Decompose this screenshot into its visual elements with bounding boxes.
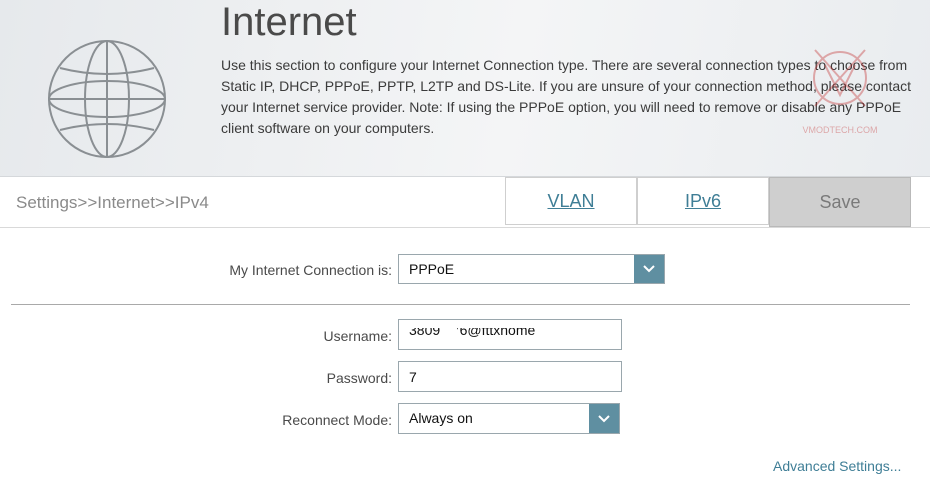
page-title: Internet bbox=[221, 0, 357, 44]
password-label: Password: bbox=[326, 370, 392, 386]
section-divider bbox=[11, 304, 910, 305]
password-input[interactable]: 7 bbox=[398, 361, 622, 392]
reconnect-mode-select[interactable]: Always on bbox=[398, 403, 620, 434]
chevron-down-icon[interactable] bbox=[589, 404, 619, 433]
username-value: 3809 276@fttxhome bbox=[409, 322, 536, 338]
connection-type-label: My Internet Connection is: bbox=[229, 262, 392, 278]
watermark-icon bbox=[813, 49, 867, 107]
vlan-tab-button[interactable]: VLAN bbox=[505, 177, 637, 225]
watermark-text: VMODTECH.COM bbox=[802, 125, 878, 135]
username-label: Username: bbox=[323, 328, 392, 344]
save-button[interactable]: Save bbox=[769, 177, 911, 227]
connection-type-select[interactable]: PPPoE bbox=[398, 254, 665, 284]
toolbar: Settings>>Internet>>IPv4 VLAN IPv6 Save bbox=[0, 177, 930, 228]
watermark-logo: VMODTECH.COM bbox=[795, 40, 885, 135]
username-input[interactable]: 3809 276@fttxhome bbox=[398, 319, 622, 350]
advanced-settings-link[interactable]: Advanced Settings... bbox=[773, 458, 901, 474]
globe-icon bbox=[48, 40, 166, 158]
password-value: 7 bbox=[409, 369, 417, 385]
reconnect-mode-value: Always on bbox=[409, 410, 473, 426]
redaction-mask bbox=[443, 321, 457, 349]
chevron-down-icon[interactable] bbox=[634, 255, 664, 283]
breadcrumb: Settings>>Internet>>IPv4 bbox=[16, 193, 209, 212]
ipv6-tab-button[interactable]: IPv6 bbox=[637, 177, 769, 225]
page-header: Internet Use this section to configure y… bbox=[0, 0, 930, 177]
reconnect-mode-label: Reconnect Mode: bbox=[282, 412, 392, 428]
connection-type-value: PPPoE bbox=[409, 261, 455, 277]
internet-settings-page: Internet Use this section to configure y… bbox=[0, 0, 930, 489]
